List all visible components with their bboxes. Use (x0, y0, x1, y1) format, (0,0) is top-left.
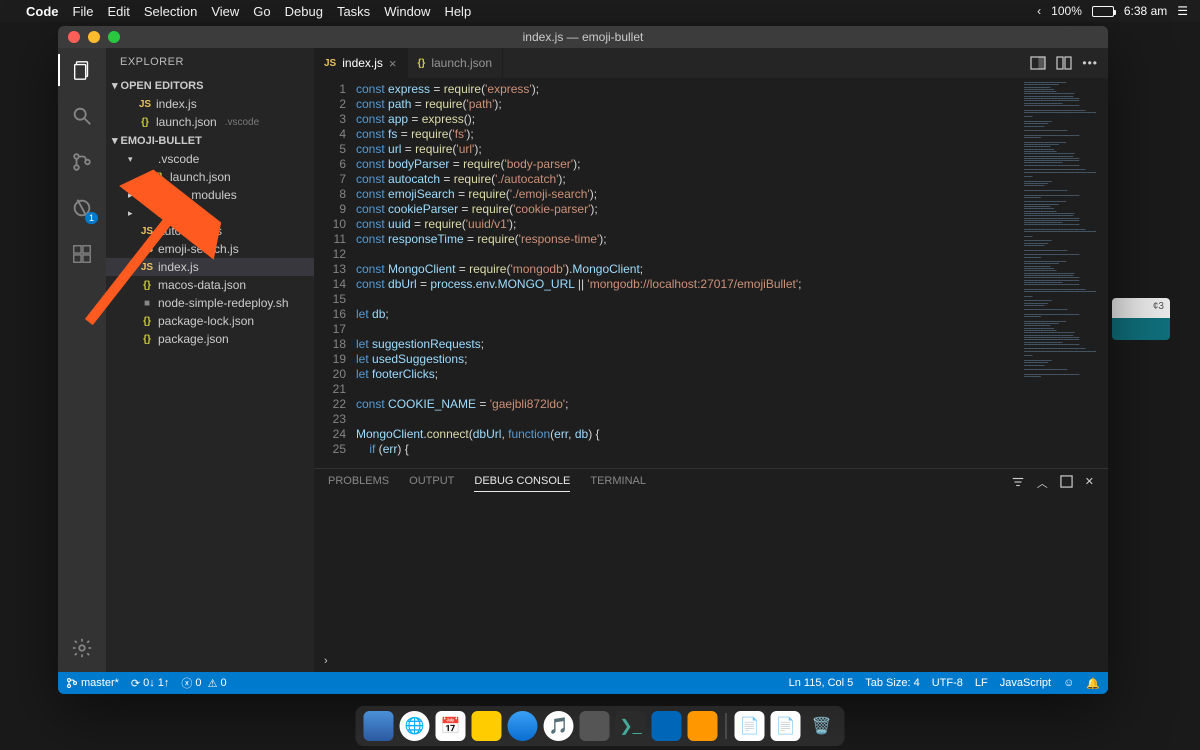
debug-icon[interactable]: 1 (68, 194, 96, 222)
bottom-panel: PROBLEMSOUTPUTDEBUG CONSOLETERMINAL ︿ ✕ … (314, 468, 1108, 672)
dock-doc1[interactable]: 📄 (735, 711, 765, 741)
code-editor[interactable]: const express = require('express');const… (356, 78, 1020, 468)
status-bar: master* ⟳ 0↓ 1↑ ⓧ 0 ⚠ 0 Ln 115, Col 5 Ta… (58, 672, 1108, 694)
notifications-icon[interactable]: 🔔 (1086, 677, 1100, 690)
line-gutter: 1234567891011121314151617181920212223242… (314, 78, 356, 468)
dock-finder[interactable] (364, 711, 394, 741)
menu-go[interactable]: Go (253, 4, 270, 19)
minimize-window-button[interactable] (88, 31, 100, 43)
source-control-icon[interactable] (68, 148, 96, 176)
dock-vscode[interactable] (652, 711, 682, 741)
debug-console-body[interactable] (314, 497, 1108, 650)
clock: 6:38 am (1124, 4, 1167, 18)
tree-item[interactable]: {}package.json (106, 330, 314, 348)
wifi-chevron-icon[interactable]: ‹ (1037, 4, 1041, 18)
dock-safari[interactable] (508, 711, 538, 741)
activity-bar: 1 (58, 48, 106, 672)
battery-percent: 100% (1051, 4, 1082, 18)
open-editors-section[interactable]: ▾Open Editors (106, 76, 314, 95)
battery-icon (1092, 6, 1114, 17)
vscode-window: index.js — emoji-bullet 1 (58, 26, 1108, 694)
tree-item[interactable]: ▸node_modules (106, 186, 314, 204)
minimap[interactable]: ▬▬▬▬▬▬▬▬▬▬▬▬▬▬▬▬▬▬▬▬▬▬▬▬▬▬▬▬▬▬▬▬▬▬▬ ▬▬▬▬… (1020, 78, 1108, 468)
tree-item[interactable]: JSindex.js (106, 258, 314, 276)
open-editor-item[interactable]: JSindex.js (106, 95, 314, 113)
menu-window[interactable]: Window (384, 4, 430, 19)
encoding[interactable]: UTF-8 (932, 677, 963, 689)
dock-terminal[interactable] (580, 711, 610, 741)
problems-count[interactable]: ⓧ 0 ⚠ 0 (181, 675, 226, 691)
menu-file[interactable]: File (73, 4, 94, 19)
editor-tab[interactable]: JSindex.js× (314, 48, 408, 78)
eol[interactable]: LF (975, 677, 988, 689)
maximize-window-button[interactable] (108, 31, 120, 43)
panel-tab[interactable]: OUTPUT (409, 475, 454, 492)
more-actions-icon[interactable]: ••• (1082, 56, 1098, 70)
explorer-title: EXPLORER (106, 48, 314, 76)
language-mode[interactable]: JavaScript (1000, 677, 1051, 689)
tab-size[interactable]: Tab Size: 4 (865, 677, 919, 689)
mac-menubar: Code File Edit Selection View Go Debug T… (0, 0, 1200, 22)
menu-extras-icon[interactable]: ☰ (1177, 4, 1188, 18)
git-sync[interactable]: ⟳ 0↓ 1↑ (131, 677, 170, 690)
settings-gear-icon[interactable] (68, 634, 96, 662)
tree-item[interactable]: {}launch.json (106, 168, 314, 186)
project-section[interactable]: ▾emoji-bullet (106, 131, 314, 150)
menu-selection[interactable]: Selection (144, 4, 197, 19)
mac-dock: 🌐 📅 🎵 ❯_ 📄 📄 🗑️ (356, 706, 845, 746)
menu-edit[interactable]: Edit (107, 4, 129, 19)
dock-chrome[interactable]: 🌐 (400, 711, 430, 741)
dock-doc2[interactable]: 📄 (771, 711, 801, 741)
menu-tasks[interactable]: Tasks (337, 4, 370, 19)
panel-maximize-icon[interactable] (1060, 475, 1073, 491)
dock-calendar[interactable]: 📅 (436, 711, 466, 741)
dock-trash[interactable]: 🗑️ (807, 711, 837, 741)
panel-input[interactable]: › (314, 650, 1108, 672)
menu-help[interactable]: Help (444, 4, 471, 19)
tree-item[interactable]: ▾.vscode (106, 150, 314, 168)
panel-tab[interactable]: DEBUG CONSOLE (474, 475, 570, 492)
git-branch[interactable]: master* (66, 677, 119, 689)
search-icon[interactable] (68, 102, 96, 130)
dock-iterm[interactable]: ❯_ (616, 711, 646, 741)
open-editor-item[interactable]: {}launch.json.vscode (106, 113, 314, 131)
editor-tabs: JSindex.js×{}launch.json ••• (314, 48, 1108, 78)
window-controls (68, 31, 120, 43)
menu-debug[interactable]: Debug (285, 4, 323, 19)
titlebar[interactable]: index.js — emoji-bullet (58, 26, 1108, 48)
window-title: index.js — emoji-bullet (523, 30, 644, 44)
layout-icon[interactable] (1056, 55, 1072, 71)
dock-notes[interactable] (472, 711, 502, 741)
dock-sublime[interactable] (688, 711, 718, 741)
dock-music[interactable]: 🎵 (544, 711, 574, 741)
debug-badge: 1 (85, 212, 98, 224)
background-window[interactable] (1112, 298, 1170, 340)
feedback-icon[interactable]: ☺ (1063, 677, 1074, 689)
tree-item[interactable]: ▸static (106, 204, 314, 222)
menu-view[interactable]: View (211, 4, 239, 19)
panel-filter-icon[interactable] (1011, 475, 1025, 491)
tree-item[interactable]: JSautocatch.js (106, 222, 314, 240)
editor-area: JSindex.js×{}launch.json ••• 12345678910… (314, 48, 1108, 672)
editor-tab[interactable]: {}launch.json (408, 48, 504, 78)
panel-collapse-icon[interactable]: ︿ (1037, 475, 1048, 491)
panel-tab[interactable]: TERMINAL (590, 475, 646, 492)
split-editor-icon[interactable] (1030, 55, 1046, 71)
extensions-icon[interactable] (68, 240, 96, 268)
tree-item[interactable]: ■node-simple-redeploy.sh (106, 294, 314, 312)
panel-tabs: PROBLEMS OUTPUT DEBUG CONSOLE TERMINAL ︿ ✕ (314, 469, 1108, 497)
tree-item[interactable]: {}macos-data.json (106, 276, 314, 294)
explorer-icon[interactable] (68, 56, 96, 84)
explorer-sidebar: EXPLORER ▾Open Editors JSindex.js{}launc… (106, 48, 314, 672)
panel-close-icon[interactable]: ✕ (1085, 475, 1094, 491)
tree-item[interactable]: JSemoji-search.js (106, 240, 314, 258)
close-window-button[interactable] (68, 31, 80, 43)
tree-item[interactable]: {}package-lock.json (106, 312, 314, 330)
app-name[interactable]: Code (26, 4, 59, 19)
panel-tab[interactable]: PROBLEMS (328, 475, 389, 492)
cursor-position[interactable]: Ln 115, Col 5 (789, 677, 854, 689)
